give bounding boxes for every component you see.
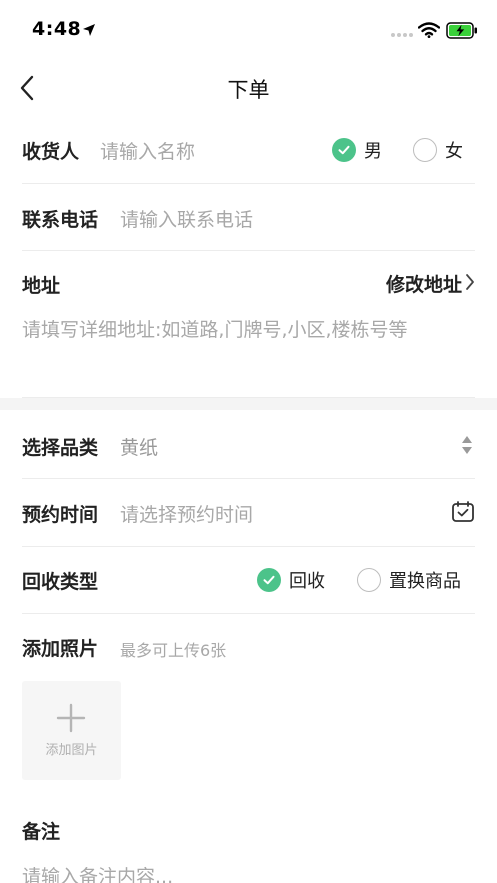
recycle-radio[interactable]: 回收: [257, 567, 325, 593]
chevron-right-icon: [465, 273, 475, 295]
address-row: 地址 修改地址 请填写详细地址:如道路,门牌号,小区,楼栋号等: [22, 251, 475, 398]
phone-input[interactable]: 请输入联系电话: [120, 205, 253, 232]
address-label: 地址: [22, 275, 61, 297]
page-title: 下单: [227, 78, 270, 102]
add-photo-button[interactable]: 添加图片: [22, 681, 121, 780]
status-time: 4:48: [32, 18, 82, 40]
photos-label: 添加照片: [22, 638, 99, 660]
modify-address-label: 修改地址: [385, 274, 462, 296]
recycle-option-label: 回收: [289, 571, 325, 592]
photos-hint: 最多可上传6张: [120, 641, 227, 660]
receiver-name-input[interactable]: 请输入名称: [100, 137, 195, 164]
photos-section: 添加照片 最多可上传6张: [22, 634, 475, 664]
address-detail-input[interactable]: 请填写详细地址:如道路,门牌号,小区,楼栋号等: [22, 315, 408, 342]
add-photo-label: 添加图片: [45, 743, 98, 758]
sort-arrows-icon: [461, 435, 473, 459]
radio-empty-icon: [413, 138, 437, 162]
exchange-goods-radio[interactable]: 置换商品: [357, 567, 461, 593]
recycle-type-label: 回收类型: [22, 571, 99, 593]
appointment-row[interactable]: 预约时间 请选择预约时间: [22, 479, 475, 547]
location-arrow-icon: [82, 22, 96, 41]
gender-male-label: 男: [364, 141, 382, 162]
recycle-type-row: 回收类型 回收 置换商品: [22, 547, 475, 614]
gender-male-radio[interactable]: 男: [332, 137, 382, 163]
calendar-check-icon[interactable]: [451, 500, 475, 528]
appointment-input: 请选择预约时间: [120, 504, 254, 526]
receiver-label: 收货人: [22, 141, 80, 163]
nav-bar: 下单: [0, 62, 497, 114]
phone-label: 联系电话: [22, 209, 99, 231]
category-label: 选择品类: [22, 437, 99, 459]
appointment-label: 预约时间: [22, 504, 99, 526]
section-divider: [0, 398, 497, 410]
check-icon: [257, 568, 281, 592]
wifi-icon: [417, 22, 441, 42]
status-bar: 4:48: [0, 0, 497, 60]
radio-empty-icon: [357, 568, 381, 592]
remark-label: 备注: [22, 821, 61, 843]
battery-charging-icon: [446, 22, 478, 43]
gender-female-label: 女: [445, 141, 463, 162]
check-icon: [332, 138, 356, 162]
category-row[interactable]: 选择品类 黄纸: [22, 411, 475, 479]
plus-icon: [56, 703, 86, 737]
receiver-row: 收货人 请输入名称 男 女: [22, 117, 475, 184]
modify-address-link[interactable]: 修改地址: [386, 270, 475, 297]
cellular-signal-icon: [391, 33, 413, 37]
category-value: 黄纸: [120, 437, 159, 459]
phone-row: 联系电话 请输入联系电话: [22, 184, 475, 251]
remark-input[interactable]: 请输入备注内容...: [22, 862, 173, 883]
gender-female-radio[interactable]: 女: [413, 137, 463, 163]
exchange-option-label: 置换商品: [389, 571, 461, 592]
